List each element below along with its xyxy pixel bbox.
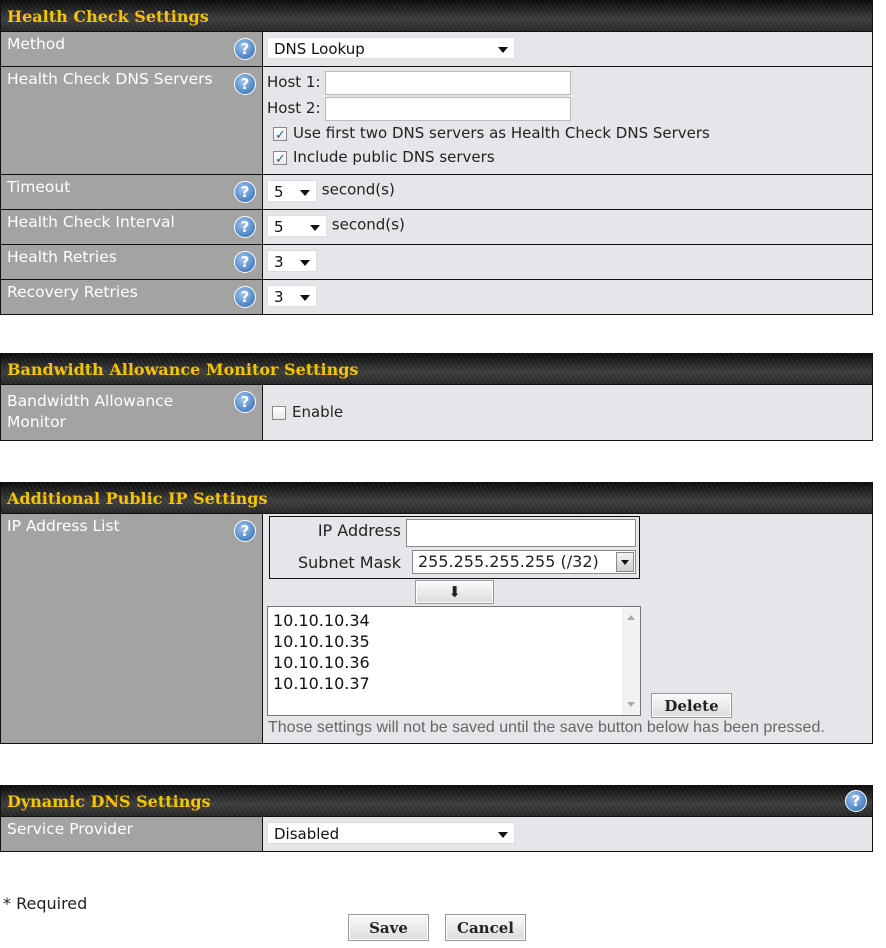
timeout-row: Timeout? 5 second(s) — [1, 174, 872, 209]
cancel-button[interactable]: Cancel — [445, 914, 526, 941]
add-ip-button[interactable]: ⬇ — [415, 580, 494, 604]
chevron-down-icon[interactable] — [616, 552, 634, 572]
help-icon[interactable]: ? — [234, 520, 256, 542]
ip-list-item[interactable]: 10.10.10.34 — [268, 610, 640, 631]
help-icon[interactable]: ? — [234, 391, 256, 413]
timeout-unit: second(s) — [321, 180, 395, 199]
bandwidth-monitor-label-1: Bandwidth Allowance — [7, 392, 174, 410]
method-label: Method — [7, 35, 66, 53]
health-retries-select[interactable]: 3 — [267, 250, 317, 272]
ip-list[interactable]: 10.10.10.34 10.10.10.35 10.10.10.36 10.10.1… — [267, 606, 641, 716]
ip-address-input[interactable] — [406, 519, 636, 547]
health-check-header: Health Check Settings — [1, 0, 872, 31]
health-retries-label: Health Retries — [7, 248, 117, 266]
bandwidth-header: Bandwidth Allowance Monitor Settings — [1, 353, 872, 384]
ip-list-item[interactable]: 10.10.10.36 — [268, 652, 640, 673]
help-icon[interactable]: ? — [845, 790, 867, 812]
health-check-section: Health Check Settings Method? DNS Lookup… — [0, 0, 873, 315]
use-first-two-checkbox[interactable] — [273, 124, 287, 148]
use-first-two-label: Use first two DNS servers as Health Chec… — [293, 124, 710, 142]
service-provider-label: Service Provider — [7, 820, 134, 838]
ip-entry-box: IP Address Subnet Mask 255.255.255.255 (… — [269, 516, 640, 579]
interval-select[interactable]: 5 — [267, 215, 327, 237]
bandwidth-monitor-label-2: Monitor — [7, 413, 66, 431]
subnet-mask-select[interactable]: 255.255.255.255 (/32) — [412, 550, 636, 574]
help-icon[interactable]: ? — [234, 286, 256, 308]
ip-list-label: IP Address List — [7, 517, 120, 535]
enable-checkbox[interactable] — [272, 405, 286, 420]
help-icon[interactable]: ? — [234, 216, 256, 238]
chevron-down-icon — [498, 832, 508, 838]
save-note: Those settings will not be saved until t… — [268, 719, 825, 736]
ip-address-label: IP Address — [317, 521, 401, 540]
host1-label: Host 1: — [267, 73, 321, 91]
bandwidth-monitor-row: Bandwidth Allowance Monitor? Enable — [1, 384, 872, 440]
subnet-mask-label: Subnet Mask — [297, 553, 401, 572]
host2-input[interactable] — [325, 96, 572, 121]
recovery-retries-label: Recovery Retries — [7, 283, 138, 301]
delete-button[interactable]: Delete — [651, 693, 732, 718]
interval-label: Health Check Interval — [7, 213, 175, 231]
required-note: * Required — [3, 894, 88, 913]
arrow-down-icon: ⬇ — [448, 583, 461, 601]
health-retries-row: Health Retries? 3 — [1, 244, 872, 279]
ddns-header: Dynamic DNS Settings? — [1, 785, 872, 816]
help-icon[interactable]: ? — [234, 38, 256, 60]
host1-input[interactable] — [325, 70, 572, 95]
enable-label: Enable — [292, 403, 344, 421]
include-public-checkbox[interactable] — [273, 148, 287, 172]
chevron-down-icon — [498, 47, 508, 53]
timeout-label: Timeout — [7, 178, 71, 196]
ip-list-scrollbar[interactable] — [622, 607, 640, 715]
interval-row: Health Check Interval? 5 second(s) — [1, 209, 872, 244]
help-icon[interactable]: ? — [234, 181, 256, 203]
help-icon[interactable]: ? — [234, 251, 256, 273]
ip-list-item[interactable]: 10.10.10.35 — [268, 631, 640, 652]
recovery-retries-select[interactable]: 3 — [267, 285, 317, 307]
chevron-down-icon — [310, 225, 320, 231]
interval-unit: second(s) — [331, 215, 405, 234]
recovery-retries-row: Recovery Retries? 3 — [1, 279, 872, 314]
public-ip-header: Additional Public IP Settings — [1, 482, 872, 513]
method-row: Method? DNS Lookup — [1, 31, 872, 66]
help-icon[interactable]: ? — [234, 73, 256, 95]
method-select[interactable]: DNS Lookup — [267, 37, 515, 59]
host2-label: Host 2: — [267, 99, 321, 117]
service-provider-row: Service Provider Disabled — [1, 816, 872, 851]
chevron-down-icon — [300, 190, 310, 196]
ip-list-item[interactable]: 10.10.10.37 — [268, 673, 640, 694]
dns-servers-row: Health Check DNS Servers? Host 1: Host 2… — [1, 66, 872, 174]
dns-servers-label: Health Check DNS Servers — [7, 70, 213, 88]
ddns-section: Dynamic DNS Settings? Service Provider D… — [0, 785, 873, 852]
chevron-down-icon — [300, 260, 310, 266]
include-public-label: Include public DNS servers — [293, 148, 495, 166]
timeout-select[interactable]: 5 — [267, 180, 317, 202]
bandwidth-section: Bandwidth Allowance Monitor Settings Ban… — [0, 353, 873, 441]
save-button[interactable]: Save — [348, 914, 429, 941]
chevron-down-icon — [300, 295, 310, 301]
service-provider-select[interactable]: Disabled — [267, 822, 515, 844]
